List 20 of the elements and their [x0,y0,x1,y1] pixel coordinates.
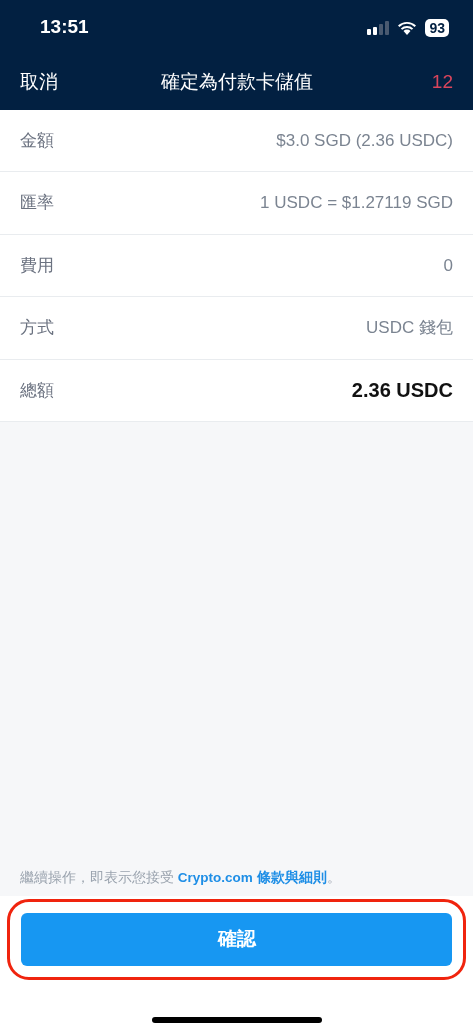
detail-label: 方式 [20,317,54,340]
detail-value: $3.0 SGD (2.36 USDC) [276,129,453,152]
detail-label: 金額 [20,129,54,152]
detail-value: USDC 錢包 [366,317,453,340]
detail-label: 匯率 [20,192,54,215]
terms-notice: 繼續操作，即表示您接受 Crypto.com 條款與細則。 [19,868,342,887]
cancel-button[interactable]: 取消 [20,68,58,97]
detail-value: 0 [443,254,453,277]
terms-link[interactable]: Crypto.com 條款與細則 [177,869,327,885]
confirm-button[interactable]: 確認 [21,913,452,966]
detail-value: 1 USDC = $1.27119 SGD [260,192,453,215]
wifi-icon [397,20,418,35]
battery-level: 93 [425,18,449,37]
countdown-timer: 12 [431,70,453,95]
detail-label: 費用 [20,254,54,277]
total-value: 2.36 USDC [351,378,453,404]
page-title: 確定為付款卡儲值 [160,70,313,95]
signal-icon [367,20,390,35]
detail-label: 總額 [20,379,54,402]
status-time: 13:51 [40,15,89,40]
